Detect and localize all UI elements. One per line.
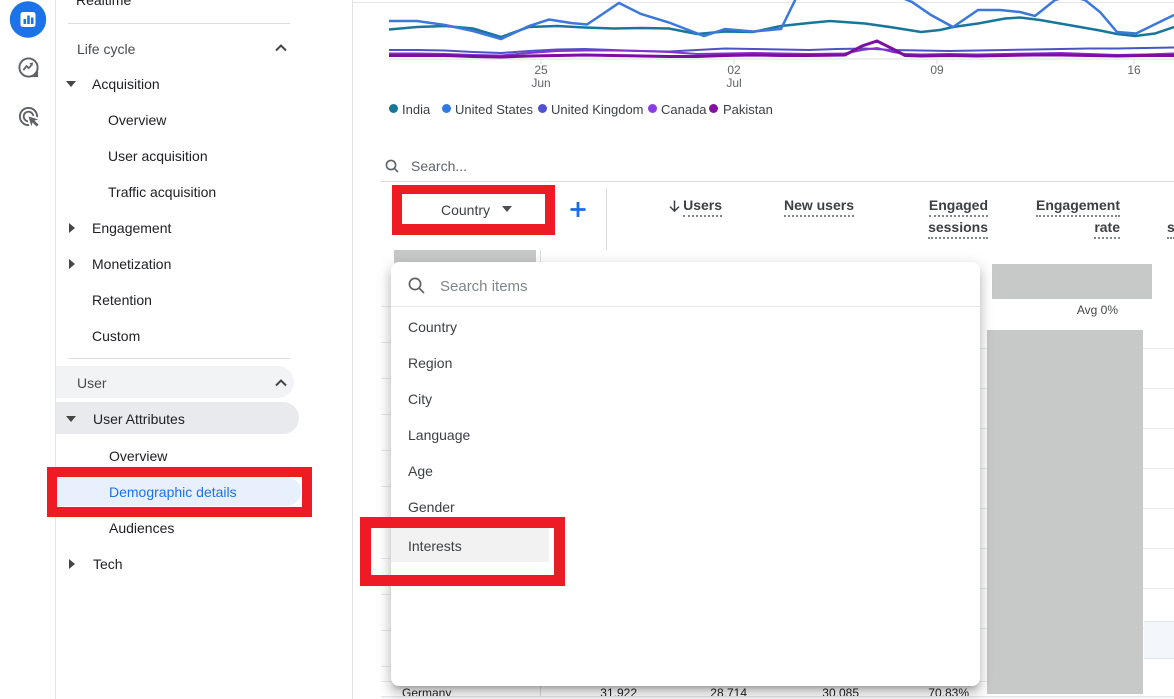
- svg-text:Jun: Jun: [531, 76, 550, 90]
- svg-text:25: 25: [534, 63, 548, 77]
- svg-text:09: 09: [930, 63, 944, 77]
- svg-text:Jul: Jul: [726, 76, 741, 90]
- svg-text:02: 02: [727, 63, 741, 77]
- svg-text:16: 16: [1127, 63, 1141, 77]
